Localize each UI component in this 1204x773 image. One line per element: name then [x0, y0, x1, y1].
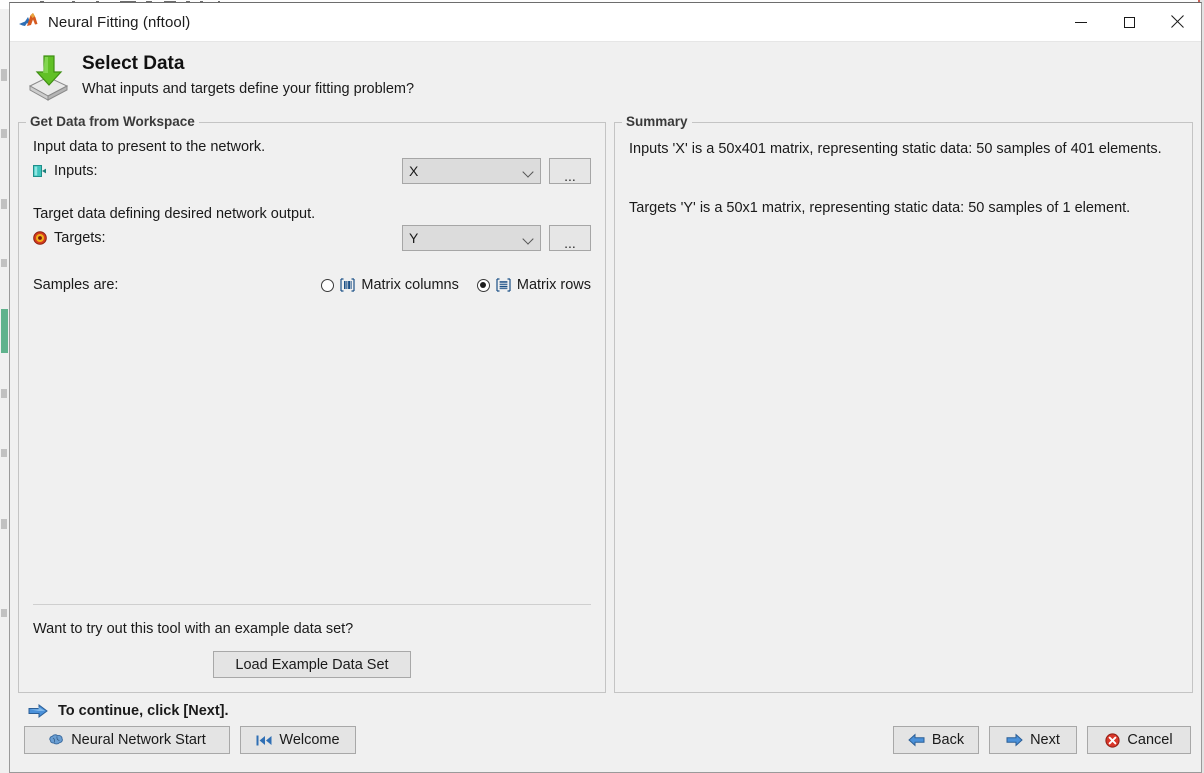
status-text: To continue, click [Next]. [58, 703, 229, 719]
inputs-select-value: X [409, 163, 419, 179]
cancel-button[interactable]: Cancel [1087, 726, 1191, 754]
get-data-from-workspace-panel: Get Data from Workspace Input data to pr… [18, 114, 606, 693]
samples-options: Matrix columns Matrix rows [321, 277, 591, 293]
example-data-section: Want to try out this tool with an exampl… [33, 604, 591, 678]
targets-label: Targets: [54, 230, 106, 246]
back-button[interactable]: Back [893, 726, 979, 754]
status-row: To continue, click [Next]. [18, 696, 1193, 726]
radio-matrix-rows-label: Matrix rows [516, 277, 591, 293]
content-area: Get Data from Workspace Input data to pr… [10, 112, 1201, 696]
radio-matrix-rows[interactable]: Matrix rows [476, 277, 591, 293]
matrix-columns-icon [340, 278, 355, 292]
radio-matrix-columns-label: Matrix columns [361, 277, 459, 293]
minimize-button[interactable] [1057, 3, 1105, 41]
load-example-data-set-button[interactable]: Load Example Data Set [213, 651, 411, 678]
inputs-select[interactable]: X [402, 158, 541, 184]
import-data-icon [22, 52, 74, 105]
back-label: Back [931, 732, 965, 748]
title-bar: Neural Fitting (nftool) [10, 3, 1201, 42]
get-data-panel-body: Input data to present to the network. In… [19, 123, 605, 692]
close-button[interactable] [1153, 3, 1201, 41]
window-controls [1057, 3, 1201, 41]
nftool-window: Neural Fitting (nftool) Select Data What… [9, 2, 1202, 773]
targets-controls: Y ... [402, 225, 591, 251]
matlab-logo-icon [18, 12, 40, 32]
samples-row: Samples are: Matrix columns Matrix rows [33, 277, 591, 293]
brain-icon [48, 733, 64, 747]
example-question: Want to try out this tool with an exampl… [33, 621, 354, 637]
neural-network-start-button[interactable]: Neural Network Start [24, 726, 230, 754]
summary-targets-text: Targets 'Y' is a 50x1 matrix, representi… [629, 200, 1131, 216]
welcome-button[interactable]: Welcome [240, 726, 356, 754]
summary-inputs-text: Inputs 'X' is a 50x401 matrix, represent… [629, 141, 1162, 157]
neural-network-start-label: Neural Network Start [71, 732, 206, 748]
summary-panel-body: Inputs 'X' is a 50x401 matrix, represent… [615, 123, 1192, 692]
inputs-label: Inputs: [54, 163, 98, 179]
button-bar: Neural Network Start Welcome Back Next C… [18, 726, 1193, 754]
welcome-label: Welcome [279, 732, 340, 748]
page-title: Select Data [82, 53, 185, 74]
radio-matrix-rows-indicator [476, 278, 490, 292]
inputs-label-group: Inputs: [33, 163, 98, 179]
maximize-button[interactable] [1105, 3, 1153, 41]
arrow-right-icon [28, 703, 48, 719]
footer: To continue, click [Next]. Neural Networ… [10, 696, 1201, 772]
radio-matrix-columns[interactable]: Matrix columns [321, 277, 459, 293]
close-icon [1170, 15, 1184, 29]
window-title: Neural Fitting (nftool) [48, 13, 191, 31]
matrix-rows-icon [496, 278, 511, 292]
inputs-controls: X ... [402, 158, 591, 184]
chevron-down-icon [524, 168, 532, 176]
divider [33, 604, 591, 605]
inputs-browse-button[interactable]: ... [549, 158, 591, 184]
cancel-label: Cancel [1127, 732, 1173, 748]
next-label: Next [1030, 732, 1060, 748]
arrow-right-icon [1006, 733, 1023, 747]
summary-panel: Summary Inputs 'X' is a 50x401 matrix, r… [614, 114, 1193, 693]
input-description: Input data to present to the network. [33, 139, 266, 155]
targets-icon [33, 231, 47, 245]
maximize-icon [1123, 16, 1135, 28]
targets-select[interactable]: Y [402, 225, 541, 251]
samples-label: Samples are: [33, 277, 119, 293]
navigation-buttons: Back Next Cancel [893, 726, 1191, 754]
targets-select-value: Y [409, 230, 419, 246]
targets-browse-button[interactable]: ... [549, 225, 591, 251]
next-button[interactable]: Next [989, 726, 1077, 754]
inputs-row: Inputs: X ... [33, 158, 591, 184]
chevron-down-icon [524, 235, 532, 243]
inputs-icon [33, 164, 47, 178]
target-description: Target data defining desired network out… [33, 206, 316, 222]
radio-matrix-columns-indicator [321, 278, 335, 292]
minimize-icon [1075, 21, 1087, 23]
page-subtitle: What inputs and targets define your fitt… [82, 81, 415, 97]
error-circle-icon [1105, 732, 1121, 748]
arrow-left-icon [908, 733, 925, 747]
targets-label-group: Targets: [33, 230, 106, 246]
page-header-text: Select Data What inputs and targets defi… [82, 48, 414, 97]
page-header: Select Data What inputs and targets defi… [10, 42, 1201, 112]
targets-row: Targets: Y ... [33, 225, 591, 251]
rewind-to-start-icon [256, 734, 272, 747]
